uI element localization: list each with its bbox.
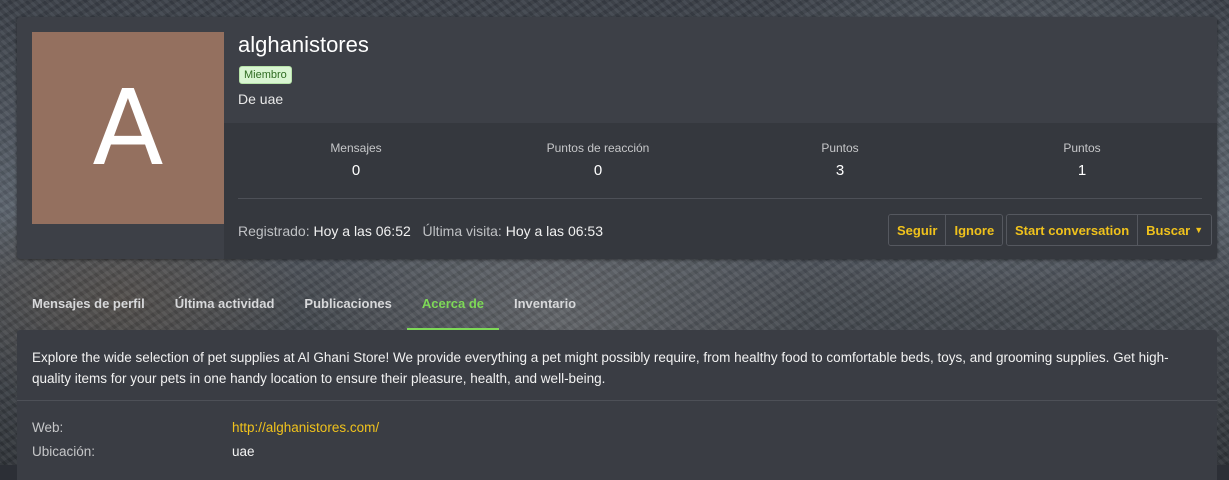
about-panel: Explore the wide selection of pet suppli…	[17, 330, 1217, 480]
last-seen-value: Hoy a las 06:53	[505, 223, 603, 239]
profile-header-card: A alghanistores Miembro De uae Mensajes …	[17, 17, 1217, 259]
tab-about[interactable]: Acerca de	[406, 288, 499, 330]
find-button[interactable]: Buscar ▼	[1138, 215, 1212, 245]
registered-label: Registrado:	[238, 223, 310, 239]
ignore-button[interactable]: Ignore	[946, 215, 1003, 245]
stat-reaction-points: Puntos de reacción 0	[508, 141, 688, 179]
member-dates: Registrado: Hoy a las 06:52 Última visit…	[238, 223, 603, 239]
tab-latest-activity[interactable]: Última actividad	[160, 288, 290, 330]
stat-points-2: Puntos 1	[992, 141, 1172, 179]
stat-points: Puntos 3	[750, 141, 930, 179]
website-value: http://alghanistores.com/	[232, 420, 379, 435]
stats-panel: Mensajes 0 Puntos de reacción 0 Puntos 3…	[224, 123, 1217, 259]
registered-value: Hoy a las 06:52	[313, 223, 411, 239]
about-divider	[17, 400, 1217, 401]
follow-ignore-group: Seguir Ignore	[888, 214, 1004, 246]
website-link[interactable]: http://alghanistores.com/	[232, 420, 379, 435]
website-label: Web:	[32, 420, 64, 435]
last-seen-label: Última visita:	[422, 223, 502, 239]
location-value: uae	[232, 444, 255, 459]
chevron-down-icon: ▼	[1194, 225, 1204, 235]
stats-divider	[238, 198, 1202, 199]
stat-label: Mensajes	[330, 141, 382, 155]
follow-button[interactable]: Seguir	[889, 215, 947, 245]
stat-value[interactable]: 0	[266, 162, 446, 179]
conversation-find-group: Start conversation Buscar ▼	[1006, 214, 1213, 246]
stat-messages: Mensajes 0	[266, 141, 446, 179]
location-line: De uae	[238, 91, 284, 107]
stat-label: Puntos	[1063, 141, 1101, 155]
username: alghanistores	[238, 32, 369, 57]
stat-value[interactable]: 3	[750, 162, 930, 179]
stat-value: 1	[1077, 162, 1087, 179]
start-conversation-button[interactable]: Start conversation	[1007, 215, 1139, 245]
find-button-label: Buscar	[1146, 222, 1191, 238]
stat-value: 0	[593, 162, 603, 179]
location-label: Ubicación:	[32, 444, 96, 459]
avatar[interactable]: A	[32, 32, 224, 224]
tab-profile-posts[interactable]: Mensajes de perfil	[17, 288, 160, 330]
about-text: Explore the wide selection of pet suppli…	[32, 350, 1169, 386]
stat-label: Puntos de reacción	[546, 141, 650, 155]
avatar-letter: A	[92, 67, 164, 189]
role-badge: Miembro	[239, 66, 292, 84]
tab-postings[interactable]: Publicaciones	[289, 288, 406, 330]
stat-label: Puntos	[821, 141, 859, 155]
profile-tabs: Mensajes de perfil Última actividad Publ…	[17, 288, 591, 330]
tab-inventory[interactable]: Inventario	[499, 288, 591, 330]
